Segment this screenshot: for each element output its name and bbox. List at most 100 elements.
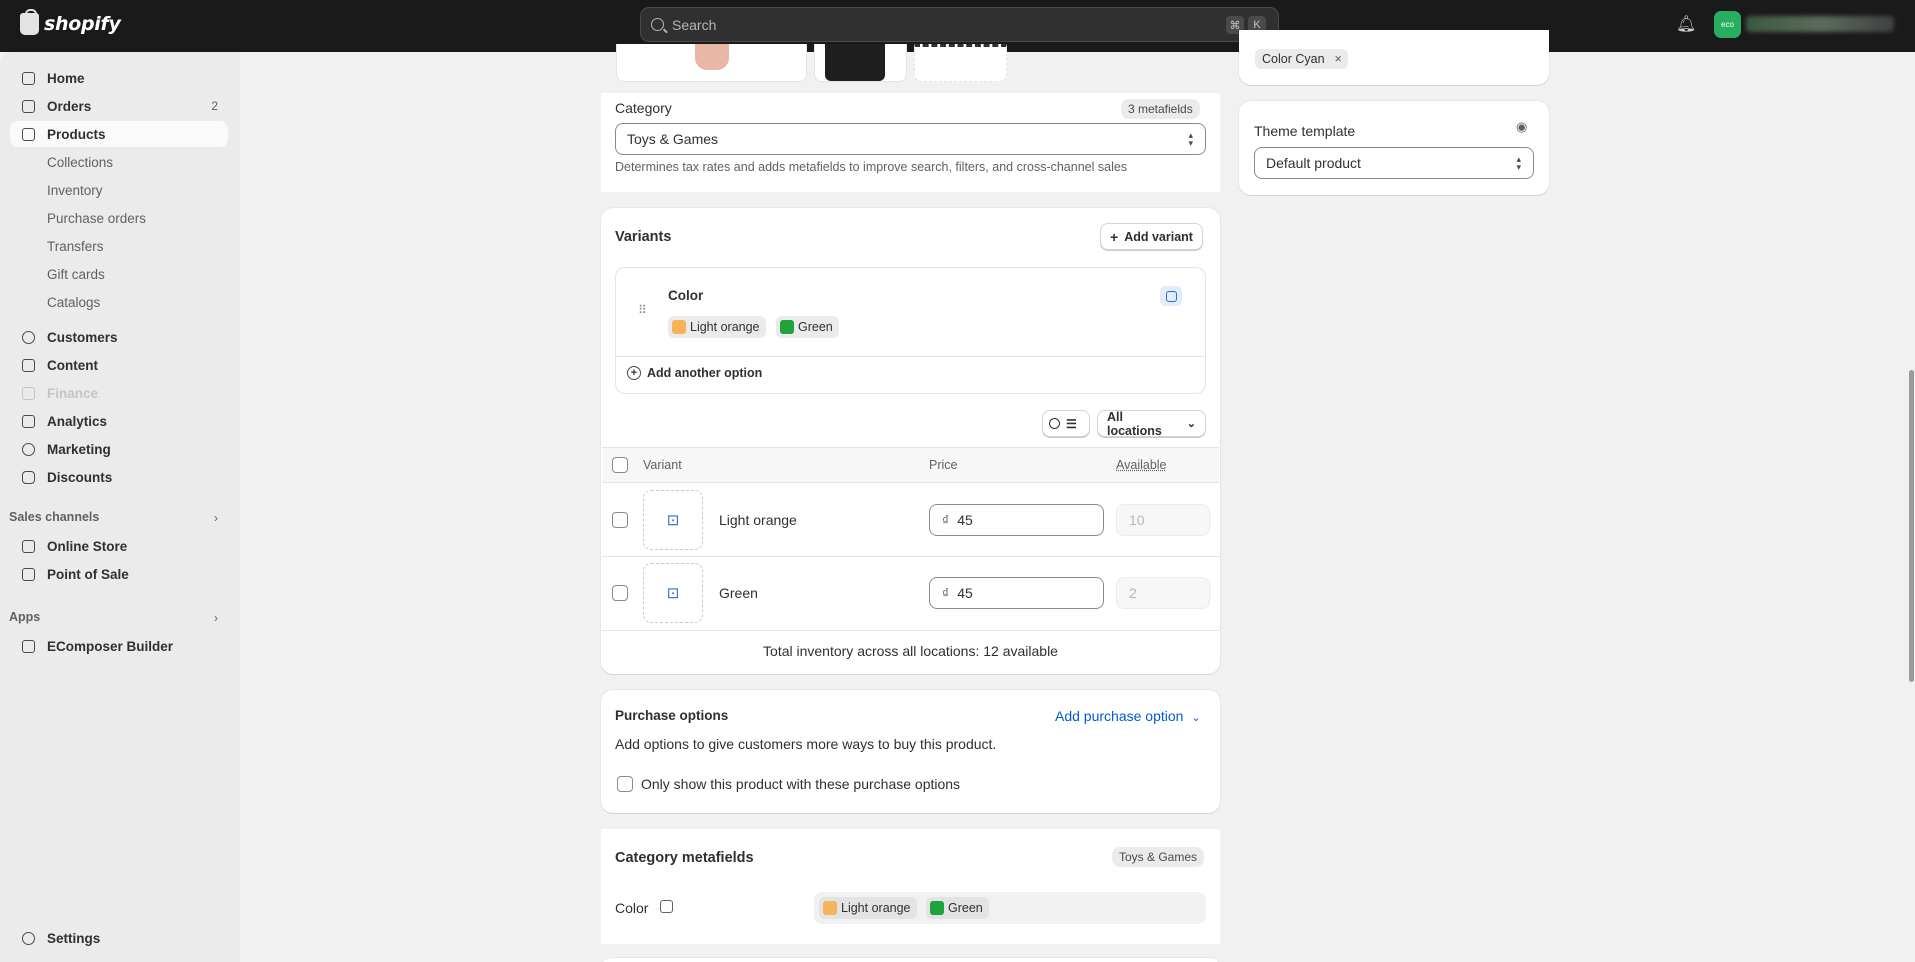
add-purchase-option-link[interactable]: Add purchase option ⌄: [1055, 708, 1201, 724]
bell-icon[interactable]: 🔔︎: [1676, 14, 1696, 34]
sidebar-item-settings[interactable]: Settings: [10, 925, 228, 951]
sidebar-item-discounts[interactable]: Discounts: [10, 464, 228, 490]
option-value-chip: Green: [776, 316, 839, 338]
eye-icon[interactable]: ◉: [1516, 119, 1527, 135]
sidebar-item-label: Content: [47, 357, 98, 373]
media-thumbnail[interactable]: [814, 44, 907, 82]
tag-icon: [22, 128, 35, 141]
sidebar-item-marketing[interactable]: Marketing: [10, 436, 228, 462]
shopify-bag-icon: [20, 9, 39, 35]
tag-chip-label: Color Cyan: [1262, 52, 1325, 66]
search-icon: [651, 18, 664, 31]
sidebar-subitem-collections[interactable]: Collections: [10, 150, 228, 174]
sidebar-item-point-of-sale[interactable]: Point of Sale: [10, 561, 228, 587]
store-name-blurred[interactable]: [1746, 16, 1894, 32]
filter-icon: ☰: [1066, 416, 1077, 431]
close-icon[interactable]: ×: [1335, 52, 1342, 66]
chart-icon: [22, 415, 35, 428]
chevron-down-icon: ⌄: [1191, 712, 1201, 724]
row-checkbox[interactable]: [612, 512, 628, 528]
search-filter-button[interactable]: ☰: [1042, 410, 1090, 437]
apps-heading[interactable]: Apps: [9, 610, 40, 624]
sidebar-item-label: Products: [47, 126, 106, 142]
option-value-label: Green: [798, 320, 833, 334]
sidebar: Home Orders 2 Products Collections Inven…: [0, 52, 240, 962]
add-image-icon[interactable]: ⊡: [643, 563, 703, 623]
sidebar-item-label: Customers: [47, 329, 118, 345]
sidebar-subitem-gift-cards[interactable]: Gift cards: [10, 262, 228, 286]
add-variant-button[interactable]: + Add variant: [1100, 223, 1203, 250]
purchase-options-checkbox-label[interactable]: Only show this product with these purcha…: [641, 776, 960, 792]
database-icon: [660, 900, 673, 913]
discount-icon: [22, 471, 35, 484]
category-value: Toys & Games: [627, 131, 719, 147]
green-swatch: [780, 320, 794, 334]
sidebar-subitem-transfers[interactable]: Transfers: [10, 234, 228, 258]
orders-count-badge: 2: [211, 99, 218, 113]
option-name[interactable]: Color: [668, 288, 703, 303]
inbox-icon: [22, 100, 35, 113]
sidebar-item-label: Orders: [47, 98, 92, 114]
row-checkbox[interactable]: [612, 585, 628, 601]
select-arrows-icon: ▴ ▾: [1188, 130, 1193, 148]
purchase-options-checkbox[interactable]: [617, 776, 633, 792]
app-icon: [22, 640, 35, 653]
chevron-right-icon[interactable]: ›: [214, 611, 218, 625]
sidebar-item-orders[interactable]: Orders 2: [10, 93, 228, 119]
drag-handle-icon[interactable]: ⠿: [638, 303, 647, 317]
sidebar-item-ecomposer[interactable]: EComposer Builder: [10, 633, 228, 659]
metafield-value-chip[interactable]: Green: [926, 897, 989, 919]
available-input[interactable]: 10: [1116, 504, 1210, 536]
sidebar-item-finance[interactable]: Finance: [10, 380, 228, 406]
tag-chip[interactable]: Color Cyan ×: [1255, 49, 1348, 69]
theme-template-value: Default product: [1266, 155, 1361, 171]
page-scrollbar[interactable]: [1909, 370, 1914, 682]
add-image-icon[interactable]: ⊡: [643, 490, 703, 550]
light-orange-swatch: [672, 320, 686, 334]
shopify-logo[interactable]: shopify: [20, 9, 121, 35]
sidebar-item-products[interactable]: Products: [10, 121, 228, 147]
theme-template-select[interactable]: Default product ▴ ▾: [1254, 147, 1534, 179]
sidebar-subitem-catalogs[interactable]: Catalogs: [10, 290, 228, 314]
product-image: [825, 44, 885, 81]
search-input[interactable]: Search ⌘ K: [640, 7, 1279, 42]
available-input[interactable]: 2: [1116, 577, 1210, 609]
store-icon: [22, 540, 35, 553]
total-inventory: Total inventory across all locations: 12…: [763, 643, 1058, 659]
next-card-edge: [601, 958, 1220, 962]
all-locations-label: All locations: [1107, 409, 1162, 438]
select-all-checkbox[interactable]: [612, 457, 628, 473]
category-badge: Toys & Games: [1112, 847, 1205, 867]
sales-channels-heading[interactable]: Sales channels: [9, 510, 99, 524]
sidebar-item-content[interactable]: Content: [10, 352, 228, 378]
sidebar-subitem-purchase-orders[interactable]: Purchase orders: [10, 206, 228, 230]
add-media-slot[interactable]: [914, 44, 1007, 82]
price-input[interactable]: ₫ 45: [929, 504, 1104, 536]
plus-icon: +: [1110, 228, 1119, 245]
sidebar-item-label: Analytics: [47, 413, 108, 429]
search-placeholder: Search: [672, 16, 717, 33]
sidebar-item-online-store[interactable]: Online Store: [10, 533, 228, 559]
sidebar-subitem-inventory[interactable]: Inventory: [10, 178, 228, 202]
col-price-header: Price: [929, 458, 958, 472]
metafield-value-label: Light orange: [841, 901, 911, 915]
metafield-link-icon[interactable]: [1160, 286, 1182, 306]
category-select[interactable]: Toys & Games ▴ ▾: [615, 123, 1206, 155]
add-another-option-button[interactable]: + Add another option: [627, 366, 762, 380]
avatar[interactable]: eco: [1714, 11, 1741, 38]
variants-title: Variants: [615, 229, 672, 245]
col-available-header: Available: [1116, 458, 1167, 472]
divider: [615, 356, 1206, 357]
metafield-value-chip[interactable]: Light orange: [819, 897, 917, 919]
chevron-right-icon[interactable]: ›: [214, 511, 218, 525]
add-option-label: Add another option: [647, 366, 763, 380]
price-input[interactable]: ₫ 45: [929, 577, 1104, 609]
sidebar-item-analytics[interactable]: Analytics: [10, 408, 228, 434]
variant-name[interactable]: Green: [719, 585, 758, 601]
sidebar-item-customers[interactable]: Customers: [10, 324, 228, 350]
price-value: 45: [957, 585, 973, 601]
variant-name[interactable]: Light orange: [719, 512, 797, 528]
all-locations-button[interactable]: All locations ⌄: [1097, 409, 1206, 438]
media-thumbnail[interactable]: [616, 44, 807, 82]
sidebar-item-home[interactable]: Home: [10, 65, 228, 91]
